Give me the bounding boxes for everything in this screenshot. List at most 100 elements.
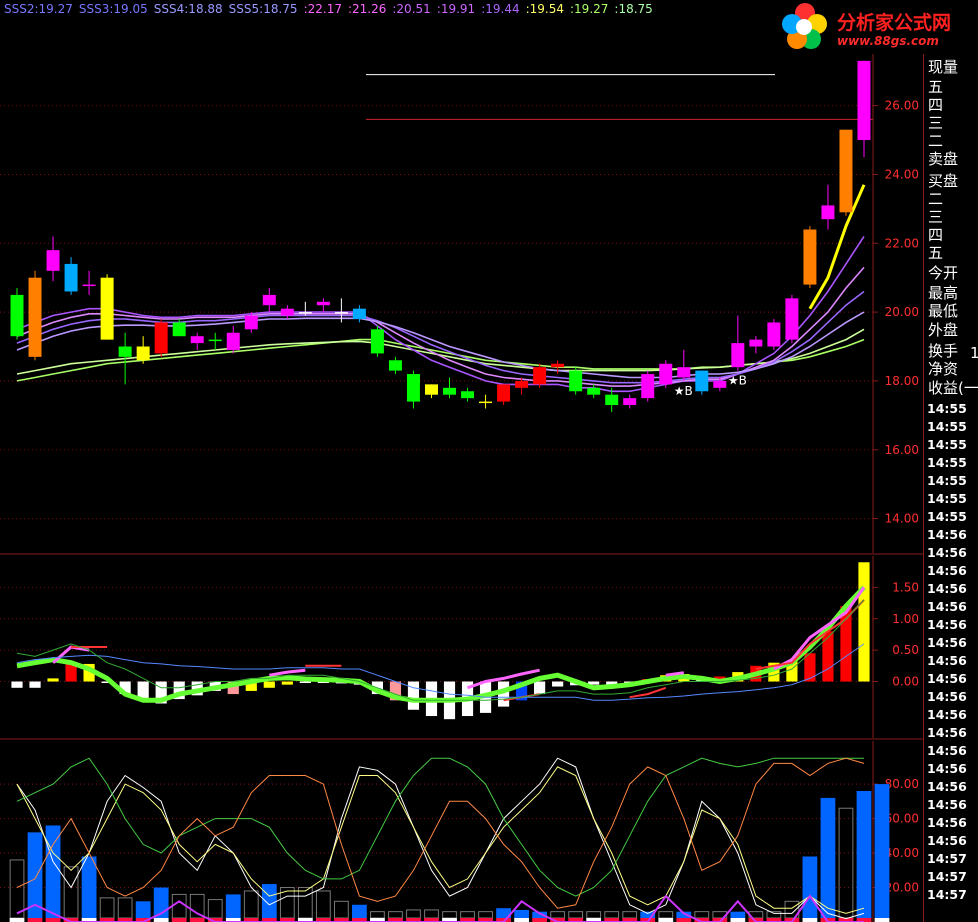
indicator-bar [263,681,275,688]
indicator-bar [424,909,439,919]
moving-average-line [808,184,866,310]
indicator-bar [225,894,241,918]
side-panel-label: 现量 [928,58,959,76]
tick-time: 14:55 [927,491,967,506]
candle-body [623,398,637,406]
tick-time: 14:57 [927,851,967,866]
side-panel-label: 外盘 [928,321,959,339]
indicator-bar [297,887,313,919]
tick-time: 14:56 [927,815,967,830]
candle-body [352,308,366,319]
side-panel-label: 四 [928,226,944,244]
candle-body [370,329,384,354]
side-panel-label: 买盘 [928,172,959,190]
indicator-bar [406,909,421,919]
indicator-bar [299,681,311,684]
baseline-strip [9,918,25,922]
indicator-bar [333,900,349,919]
y-tick-label: 1.50 [892,580,919,594]
stock-chart[interactable]: 14.00 16.00 18.00 20.00 22.00 24.00 26.00 ★B ★B 0… [0,0,978,922]
indicator-bar [117,897,133,919]
candle-body [46,250,60,271]
candle-body [713,380,727,388]
indicator-bar [135,901,151,918]
baseline-strip [45,918,61,922]
tick-time: 14:56 [927,563,967,578]
candle-body [659,363,673,385]
indicator-bar [534,681,546,695]
side-panel-label: 卖盘 [928,150,959,168]
tick-time: 14:56 [927,707,967,722]
tick-time: 14:56 [927,635,967,650]
y-tick-label: 24.00 [885,167,919,181]
side-panel-label: 三 [928,114,944,132]
candle-body [605,394,619,406]
indicator-bar [804,653,816,682]
tick-time: 14:56 [927,545,967,560]
tick-time: 14:56 [927,653,967,668]
indicator-bar [552,681,564,687]
moving-average-line [16,290,865,384]
tick-time: 14:56 [927,797,967,812]
indicator-bar [622,911,638,919]
candle-body [641,374,655,399]
side-panel-label: 三 [928,208,944,226]
candle-body [406,374,420,402]
candle-body [118,346,132,357]
candle-body [334,312,348,314]
side-panel-label: 最高 [928,284,959,302]
baseline-strip [189,918,205,922]
indicator-bar [514,909,529,918]
candle-body [262,294,276,306]
tick-time: 14:55 [927,473,967,488]
indicator-bar [874,784,890,918]
y-tick-label: 20.00 [885,305,919,319]
candle-body [587,387,601,395]
candle-body [316,301,330,306]
candle-body [280,308,294,316]
buy-signal-marker: ★B [674,384,693,398]
candle-body [28,277,42,357]
candle-body [10,294,24,337]
candle-body [677,367,691,378]
candle-body [515,380,529,388]
indicator-bar [99,897,115,919]
moving-average-line [16,266,865,387]
indicator-bar [243,890,259,919]
candle-body [839,129,853,213]
baseline-strip [730,918,746,922]
indicator-bar [658,911,674,919]
indicator-bar [388,911,403,919]
tick-time: 14:57 [927,887,967,902]
candle-body [497,384,511,402]
candle-body [857,60,871,141]
y-tick-label: 20.00 [885,881,919,895]
candle-body [767,322,781,347]
baseline-strip [676,918,692,922]
candle-body [695,370,709,392]
indicator-bar [604,911,620,919]
tick-time: 14:56 [927,671,967,686]
tick-time: 14:56 [927,527,967,542]
tick-time: 14:55 [927,419,967,434]
tick-time: 14:56 [927,689,967,704]
y-tick-label: 1.00 [892,612,919,626]
candle-body [479,401,493,404]
y-tick-label: 22.00 [885,236,919,250]
indicator-bar [858,562,870,682]
baseline-strip [27,918,43,922]
candle-body [226,332,240,350]
indicator-line [16,757,865,909]
candle-body [172,322,186,337]
y-tick-label: 14.00 [885,512,919,526]
indicator-bar [856,790,872,918]
baseline-strip [532,918,548,922]
tick-time: 14:55 [927,455,967,470]
side-panel-label: 最低 [928,302,959,320]
y-tick-label: 18.00 [885,374,919,388]
candle-body [298,312,312,314]
buy-signal-marker: ★B [728,374,747,388]
candle-body [731,343,745,368]
baseline-strip [153,918,169,922]
side-panel-label: 五 [928,244,944,262]
